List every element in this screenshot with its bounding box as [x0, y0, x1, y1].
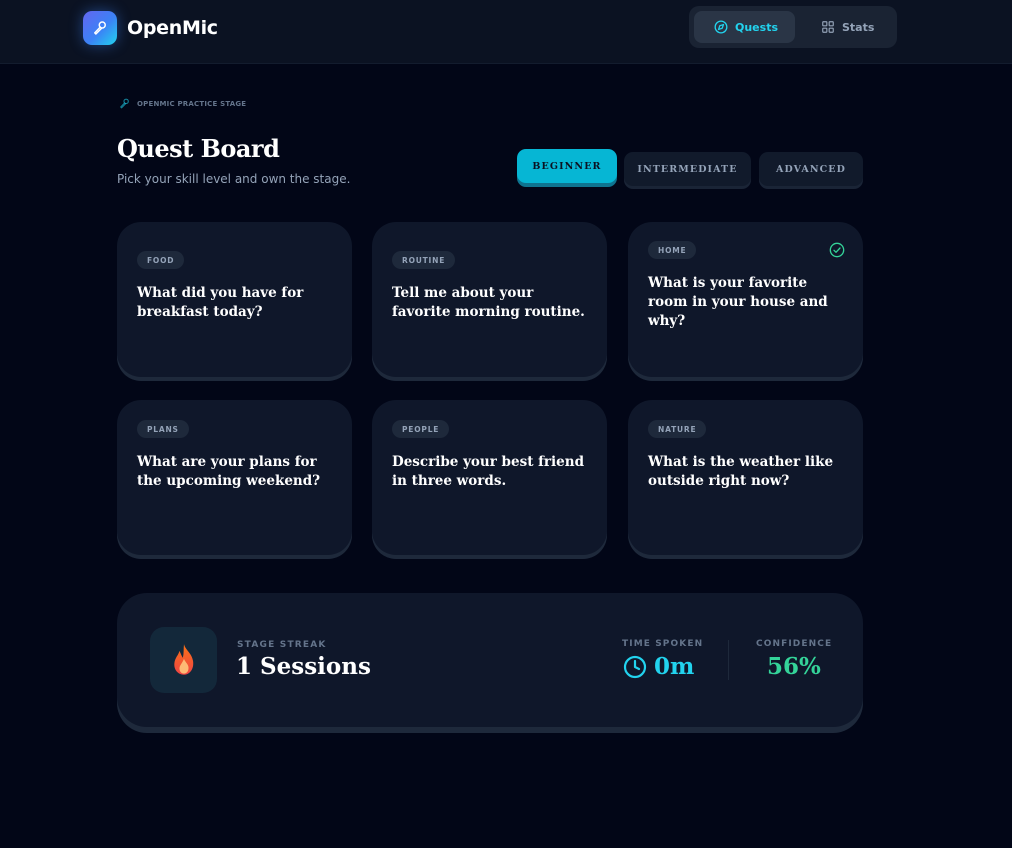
- flame-badge: [150, 627, 217, 693]
- time-spoken-value: 0m: [654, 653, 695, 680]
- confidence-value: 56%: [767, 653, 821, 680]
- microphone-icon: [120, 98, 129, 109]
- quest-card-nature[interactable]: NATURE What is the weather like outside …: [628, 400, 863, 555]
- quest-card-home[interactable]: HOME What is your favorite room in your …: [628, 222, 863, 377]
- top-bar: OpenMic Quests Stats: [0, 0, 1012, 64]
- quest-tag: PLANS: [137, 420, 189, 438]
- quest-tag: PEOPLE: [392, 420, 450, 438]
- time-spoken-label: TIME SPOKEN: [622, 639, 704, 649]
- check-circle-icon: [829, 242, 845, 258]
- confidence-label: CONFIDENCE: [756, 639, 833, 649]
- quest-card-food[interactable]: FOOD What did you have for breakfast tod…: [117, 222, 352, 377]
- nav-quests-label: Quests: [735, 20, 778, 34]
- level-beginner-button[interactable]: BEGINNER: [517, 149, 617, 183]
- stats-divider: [728, 640, 729, 680]
- streak-label: STAGE STREAK: [237, 640, 327, 650]
- quest-tag: FOOD: [137, 251, 185, 269]
- page-subtitle: Pick your skill level and own the stage.: [117, 172, 351, 186]
- quest-tag: ROUTINE: [392, 251, 456, 269]
- nav-stats-label: Stats: [842, 20, 875, 34]
- quest-tag: NATURE: [648, 420, 707, 438]
- quest-card-people[interactable]: PEOPLE Describe your best friend in thre…: [372, 400, 607, 555]
- microphone-icon: [94, 21, 106, 35]
- quest-question: What is the weather like outside right n…: [648, 454, 834, 489]
- quest-card-routine[interactable]: ROUTINE Tell me about your favorite morn…: [372, 222, 607, 377]
- quest-question: What did you have for breakfast today?: [137, 285, 304, 320]
- quest-question: Tell me about your favorite morning rout…: [392, 285, 585, 320]
- stats-panel: STAGE STREAK 1 Sessions TIME SPOKEN 0m C…: [117, 593, 863, 727]
- eyebrow-text: OPENMIC PRACTICE STAGE: [137, 99, 247, 108]
- compass-icon: [714, 20, 728, 34]
- quest-tag: HOME: [648, 241, 697, 259]
- grid-icon: [822, 21, 834, 33]
- nav-stats-button[interactable]: Stats: [815, 11, 893, 43]
- brand-name: OpenMic: [127, 17, 218, 39]
- streak-value: 1 Sessions: [236, 653, 371, 680]
- nav-quests-button[interactable]: Quests: [694, 11, 795, 43]
- logo[interactable]: [83, 11, 117, 45]
- quest-question: Describe your best friend in three words…: [392, 454, 585, 489]
- level-intermediate-button[interactable]: INTERMEDIATE: [624, 152, 751, 186]
- level-advanced-button[interactable]: ADVANCED: [759, 152, 863, 186]
- quest-card-plans[interactable]: PLANS What are your plans for the upcomi…: [117, 400, 352, 555]
- quest-question: What is your favorite room in your house…: [648, 275, 828, 329]
- page-title: Quest Board: [117, 134, 280, 163]
- eyebrow: OPENMIC PRACTICE STAGE: [118, 97, 246, 110]
- clock-icon: [623, 655, 647, 678]
- quest-question: What are your plans for the upcoming wee…: [137, 454, 321, 489]
- flame-icon: [173, 644, 193, 675]
- time-spoken: 0m: [623, 653, 694, 680]
- main-nav: Quests Stats: [689, 6, 897, 48]
